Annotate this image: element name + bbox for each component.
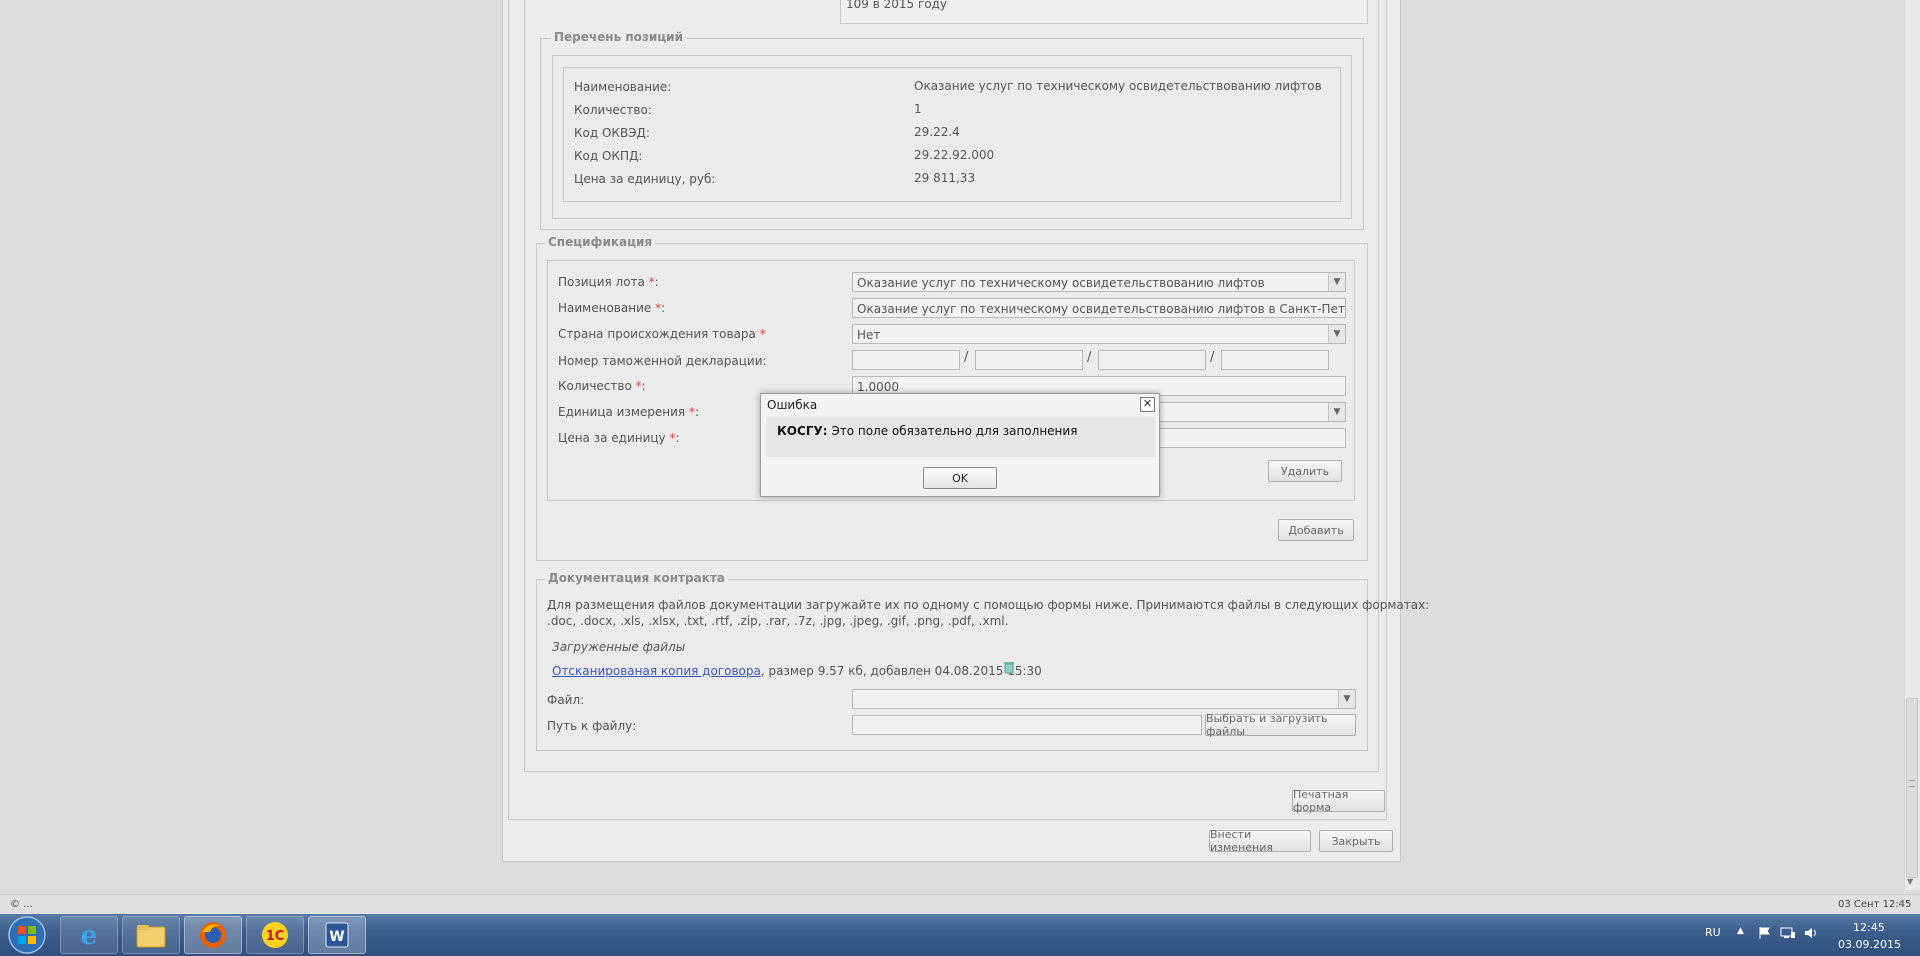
country-combo[interactable]: Нет ▼ xyxy=(852,324,1346,344)
ok-button[interactable]: OK xyxy=(923,467,997,489)
file-combo[interactable]: ▼ xyxy=(852,689,1356,709)
taskbar-1c[interactable]: 1С xyxy=(246,916,304,954)
word-icon: W xyxy=(325,922,349,948)
uploaded-file-row: Отсканированая копия договора, размер 9.… xyxy=(552,664,1042,678)
close-button[interactable]: Закрыть xyxy=(1319,830,1393,852)
scroll-down-icon[interactable]: ▼ xyxy=(1907,877,1913,886)
dialog-field-name: КОСГУ: xyxy=(777,424,828,438)
lot-position-value: Оказание услуг по техническому освидетел… xyxy=(857,276,1265,290)
upload-button[interactable]: Выбрать и загрузить файлы xyxy=(1205,712,1356,738)
spec-label-lot: Позиция лота *: xyxy=(558,275,659,289)
position-value-qty: 1 xyxy=(914,102,922,116)
docs-info-line2: .doc, .docx, .xls, .xlsx, .txt, .rtf, .z… xyxy=(547,614,1009,628)
svg-text:e: e xyxy=(81,921,98,950)
dialog-message: КОСГУ: Это поле обязательно для заполнен… xyxy=(777,424,1077,438)
language-indicator[interactable]: RU xyxy=(1705,926,1721,939)
chevron-down-icon[interactable]: ▼ xyxy=(1328,403,1345,421)
add-button[interactable]: Добавить xyxy=(1278,519,1354,541)
internet-explorer-icon: e xyxy=(81,921,98,950)
position-label-qty: Количество: xyxy=(574,103,652,117)
firefox-icon xyxy=(200,922,226,948)
position-value-okpd: 29.22.92.000 xyxy=(914,148,995,162)
save-button[interactable]: Внести изменения xyxy=(1209,828,1311,854)
position-label-name: Наименование: xyxy=(574,80,672,94)
scroll-grip-icon xyxy=(1909,780,1915,787)
taskbar-ie[interactable]: e xyxy=(60,916,118,954)
position-label-okpd: Код ОКПД: xyxy=(574,149,643,163)
taskbar: e 1С W RU ▲ 12:45 03.09.2015 xyxy=(0,914,1920,956)
dialog-message-text: Это поле обязательно для заполнения xyxy=(827,424,1078,438)
position-value-price: 29 811,33 xyxy=(914,171,976,185)
svg-text:1С: 1С xyxy=(266,929,285,944)
taskbar-firefox[interactable] xyxy=(184,916,242,954)
spec-label-qty: Количество *: xyxy=(558,379,646,393)
clock-date[interactable]: 03.09.2015 xyxy=(1838,938,1901,951)
uploaded-file-link[interactable]: Отсканированая копия договора xyxy=(552,664,761,678)
taskbar-explorer[interactable] xyxy=(122,916,180,954)
customs-input-3[interactable] xyxy=(1098,350,1206,370)
spec-legend: Спецификация xyxy=(545,235,656,249)
file-label: Файл: xyxy=(547,693,585,707)
spec-label-unit: Единица измерения *: xyxy=(558,405,700,419)
path-label: Путь к файлу: xyxy=(547,719,637,733)
tray-expand-icon[interactable]: ▲ xyxy=(1737,926,1744,936)
spec-label-price: Цена за единицу *: xyxy=(558,431,680,445)
close-icon[interactable]: ✕ xyxy=(1140,397,1155,412)
spec-label-name: Наименование *: xyxy=(558,301,666,315)
position-label-price: Цена за единицу, руб: xyxy=(574,172,716,186)
customs-separator: / xyxy=(1087,350,1092,365)
status-left: © ... xyxy=(10,899,33,910)
error-dialog: Ошибка ✕ КОСГУ: Это поле обязательно для… xyxy=(760,393,1160,497)
customs-input-2[interactable] xyxy=(975,350,1083,370)
path-input[interactable] xyxy=(852,715,1202,735)
customs-input-1[interactable] xyxy=(852,350,960,370)
position-value-okved: 29.22.4 xyxy=(914,125,960,139)
delete-button[interactable]: Удалить xyxy=(1268,460,1342,482)
action-center-flag-icon[interactable] xyxy=(1758,926,1772,940)
windows-logo-icon xyxy=(8,916,46,954)
folder-icon xyxy=(136,925,166,948)
spec-label-customs: Номер таможенной декларации: xyxy=(558,354,767,368)
customs-separator: / xyxy=(964,350,969,365)
top-field-text: 109 в 2015 году xyxy=(846,0,948,11)
spec-name-input[interactable]: Оказание услуг по техническому освидетел… xyxy=(852,298,1346,318)
chevron-down-icon[interactable]: ▼ xyxy=(1328,325,1345,343)
taskbar-word[interactable]: W xyxy=(308,916,366,954)
svg-text:W: W xyxy=(329,929,344,945)
clock-time[interactable]: 12:45 xyxy=(1853,921,1885,934)
scrollbar-thumb[interactable] xyxy=(1906,698,1918,878)
docs-legend: Документация контракта xyxy=(545,571,728,585)
dialog-title: Ошибка xyxy=(767,398,818,412)
start-button[interactable] xyxy=(2,915,52,955)
lot-position-combo[interactable]: Оказание услуг по техническому освидетел… xyxy=(852,272,1346,292)
volume-icon[interactable] xyxy=(1804,926,1820,940)
print-button[interactable]: Печатная форма xyxy=(1292,788,1385,814)
status-right-time: 03 Сент 12:45 xyxy=(1838,899,1912,910)
docs-info-line1: Для размещения файлов документации загру… xyxy=(547,598,1430,612)
network-icon[interactable] xyxy=(1780,926,1796,940)
chevron-down-icon[interactable]: ▼ xyxy=(1328,273,1345,291)
uploaded-file-meta: , размер 9.57 кб, добавлен 04.08.2015 15… xyxy=(760,664,1042,678)
status-bar: © ... 03 Сент 12:45 xyxy=(0,894,1920,914)
1c-icon: 1С xyxy=(262,922,288,948)
position-label-okved: Код ОКВЭД: xyxy=(574,126,650,140)
delete-file-icon[interactable] xyxy=(1002,660,1016,674)
customs-input-4[interactable] xyxy=(1221,350,1329,370)
spec-label-country: Страна происхождения товара * xyxy=(558,327,766,341)
positions-legend: Перечень позиций xyxy=(551,30,686,44)
customs-separator: / xyxy=(1210,350,1215,365)
chevron-down-icon[interactable]: ▼ xyxy=(1338,690,1355,708)
position-value-name: Оказание услуг по техническому освидетел… xyxy=(914,79,1322,93)
country-value: Нет xyxy=(857,328,881,342)
dialog-body: КОСГУ: Это поле обязательно для заполнен… xyxy=(766,417,1155,457)
uploaded-files-title: Загруженные файлы xyxy=(552,640,686,654)
